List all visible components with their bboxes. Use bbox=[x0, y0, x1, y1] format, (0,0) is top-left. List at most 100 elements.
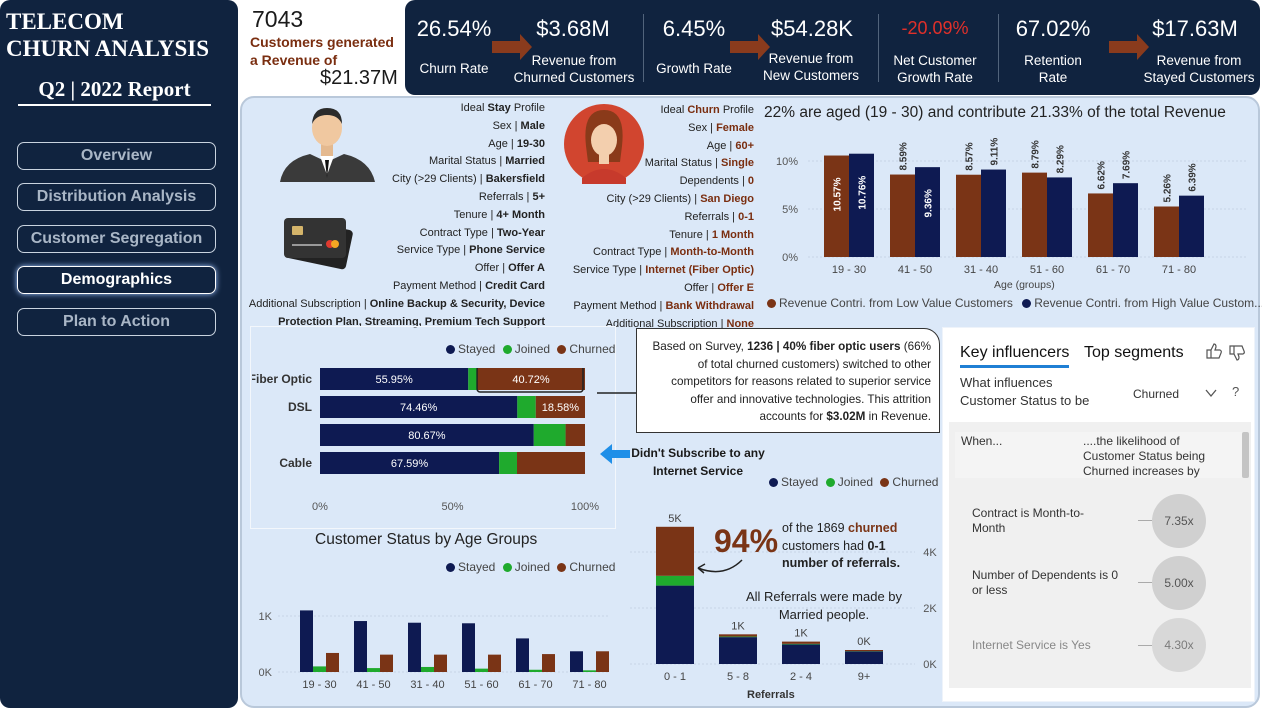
influencer-item-label[interactable]: Internet Service is Yes bbox=[972, 638, 1132, 653]
profile-row: Offer | Offer A bbox=[474, 262, 545, 275]
bar-segment bbox=[719, 634, 757, 637]
age-revenue-xlabel: Age (groups) bbox=[994, 279, 1055, 291]
profile-row-value: Offer A bbox=[508, 262, 545, 275]
churn-profile: Ideal Churn Profile Sex | Female Age | 60… bbox=[542, 102, 754, 333]
influencer-item-label[interactable]: Contract is Month-to-Month bbox=[972, 506, 1092, 536]
profile-row-label: Payment Method bbox=[392, 279, 477, 292]
thumbs-down-icon[interactable] bbox=[1228, 344, 1246, 362]
help-icon[interactable]: ? bbox=[1232, 384, 1239, 399]
x-tick-label: 41 - 50 bbox=[898, 264, 932, 276]
arrow-icon bbox=[730, 34, 770, 60]
profile-row-label: City (>29 Clients) bbox=[606, 192, 692, 205]
influencer-when-label: When... bbox=[961, 434, 1003, 448]
profile-row-label: Tenure bbox=[669, 228, 703, 241]
profile-row: City (>29 Clients) | Bakersfield bbox=[392, 173, 545, 186]
nav-overview[interactable]: Overview bbox=[17, 142, 216, 170]
data-label: 0K bbox=[857, 636, 871, 648]
influencer-item-label[interactable]: Number of Dependents is 0 or less bbox=[972, 568, 1132, 598]
bar-segment bbox=[656, 575, 694, 586]
bar bbox=[1047, 177, 1072, 257]
kpi-net-growth-label: Net Customer Growth Rate bbox=[893, 53, 977, 85]
tab-top-segments[interactable]: Top segments bbox=[1084, 344, 1184, 362]
bar-segment bbox=[656, 526, 694, 576]
data-label: 74.46% bbox=[400, 402, 438, 414]
profile-row: City (>29 Clients) | San Diego bbox=[606, 192, 754, 205]
profile-row: Referrals | 0-1 bbox=[684, 210, 754, 223]
influencer-likelihood-label: ....the likelihood of Customer Status be… bbox=[1083, 434, 1206, 478]
profile-row-value: Female bbox=[716, 121, 754, 134]
profile-row-label: Marital Status bbox=[429, 155, 497, 168]
y-category-label: DSL bbox=[288, 400, 312, 414]
data-label: 8.59% bbox=[899, 142, 910, 170]
chevron-down-icon[interactable] bbox=[1205, 388, 1217, 398]
bar bbox=[434, 654, 447, 672]
data-label: 5.26% bbox=[1163, 174, 1174, 202]
influencer-connector bbox=[1138, 520, 1152, 521]
influencer-target-select[interactable]: Churned bbox=[1133, 387, 1179, 401]
profile-row: Tenure | 4+ Month bbox=[453, 208, 545, 221]
data-label: 5K bbox=[668, 513, 682, 525]
x-tick-label: 0% bbox=[312, 501, 328, 513]
y-tick-label: 5% bbox=[782, 204, 798, 216]
fiber-optic-callout: Based on Survey, 1236 | 40% fiber optic … bbox=[636, 328, 940, 433]
scrollbar[interactable] bbox=[1242, 432, 1249, 478]
bar bbox=[570, 651, 583, 672]
nav-plan-to-action[interactable]: Plan to Action bbox=[17, 308, 216, 336]
nav-customer-segregation[interactable]: Customer Segregation bbox=[17, 225, 216, 253]
nav-distribution-analysis[interactable]: Distribution Analysis bbox=[17, 183, 216, 211]
thumbs-up-icon[interactable] bbox=[1205, 342, 1223, 360]
bar-segment bbox=[782, 641, 820, 644]
main-panel: Ideal Stay Profile Sex | Male Age | 19-30… bbox=[240, 96, 1262, 708]
profile-row: Age | 60+ bbox=[706, 139, 754, 152]
nav-demographics[interactable]: Demographics bbox=[17, 266, 216, 294]
tab-key-influencers[interactable]: Key influencers bbox=[960, 344, 1070, 368]
status-age-chart: 1K 0K 19 - 30 41 - 50 31 - 40 51 - 60 61 - 70 7… bbox=[259, 610, 610, 691]
x-tick-label: 50% bbox=[441, 501, 463, 513]
bar-segment bbox=[499, 452, 518, 474]
x-tick-label: 0 - 1 bbox=[664, 671, 686, 683]
influencer-connector bbox=[1138, 645, 1152, 646]
data-label: 8.57% bbox=[965, 142, 976, 170]
kpi-stayed-revenue-label: Revenue from Stayed Customers bbox=[1143, 53, 1255, 85]
profile-row: Service Type | Phone Service bbox=[396, 244, 545, 257]
bar bbox=[1179, 195, 1204, 257]
y-tick-label: 1K bbox=[259, 611, 273, 623]
data-label: 40.72% bbox=[512, 374, 550, 386]
influencer-value-circle[interactable]: 7.35x bbox=[1152, 494, 1206, 548]
profile-row-label: Offer bbox=[684, 281, 709, 294]
influencer-connector bbox=[1138, 582, 1152, 583]
stay-addl-subscription: Additional Subscription | Online Backup … bbox=[248, 297, 545, 310]
bar bbox=[981, 169, 1006, 257]
profile-row-value: Offer E bbox=[717, 281, 754, 294]
internet-chart-legend: Stayed Joined Churned bbox=[446, 342, 615, 356]
profile-row-value: Bank Withdrawal bbox=[665, 299, 754, 312]
bar-segment bbox=[782, 644, 820, 664]
profile-row-value: San Diego bbox=[700, 192, 754, 205]
kpi-churn-rate-label: Churn Rate bbox=[419, 61, 489, 76]
y-category-label: Cable bbox=[279, 456, 312, 470]
kpi-churned-revenue-label: Revenue from Churned Customers bbox=[513, 53, 635, 85]
profile-row: Marital Status | Married bbox=[429, 155, 545, 168]
bar bbox=[475, 668, 488, 672]
bar bbox=[516, 638, 529, 672]
kpi-stayed-revenue-value: $17.63M bbox=[1152, 16, 1238, 41]
profile-row-label: Sex bbox=[688, 121, 708, 134]
profile-row-label: Payment Method bbox=[573, 299, 657, 312]
influencer-value-circle[interactable]: 5.00x bbox=[1152, 556, 1206, 610]
profile-row: Dependents | 0 bbox=[679, 175, 754, 188]
profile-row-label: City (>29 Clients) bbox=[392, 173, 477, 186]
profile-row-label: Marital Status bbox=[644, 157, 712, 170]
total-revenue: $21.37M bbox=[320, 67, 398, 89]
bar bbox=[326, 652, 339, 672]
influencer-value-circle[interactable]: 4.30x bbox=[1152, 618, 1206, 672]
y-category-label: Fiber Optic bbox=[252, 372, 312, 386]
x-tick-label: 71 - 80 bbox=[572, 679, 606, 691]
data-label: 10.57% bbox=[833, 177, 844, 211]
no-internet-note: Didn't Subscribe to any Internet Service bbox=[631, 446, 765, 478]
bar bbox=[488, 654, 501, 672]
x-tick-label: 100% bbox=[571, 501, 599, 513]
x-tick-label: 19 - 30 bbox=[832, 264, 866, 276]
report-period: Q2 | 2022 Report bbox=[18, 77, 211, 106]
bar-segment bbox=[517, 396, 536, 418]
bar bbox=[408, 622, 421, 672]
